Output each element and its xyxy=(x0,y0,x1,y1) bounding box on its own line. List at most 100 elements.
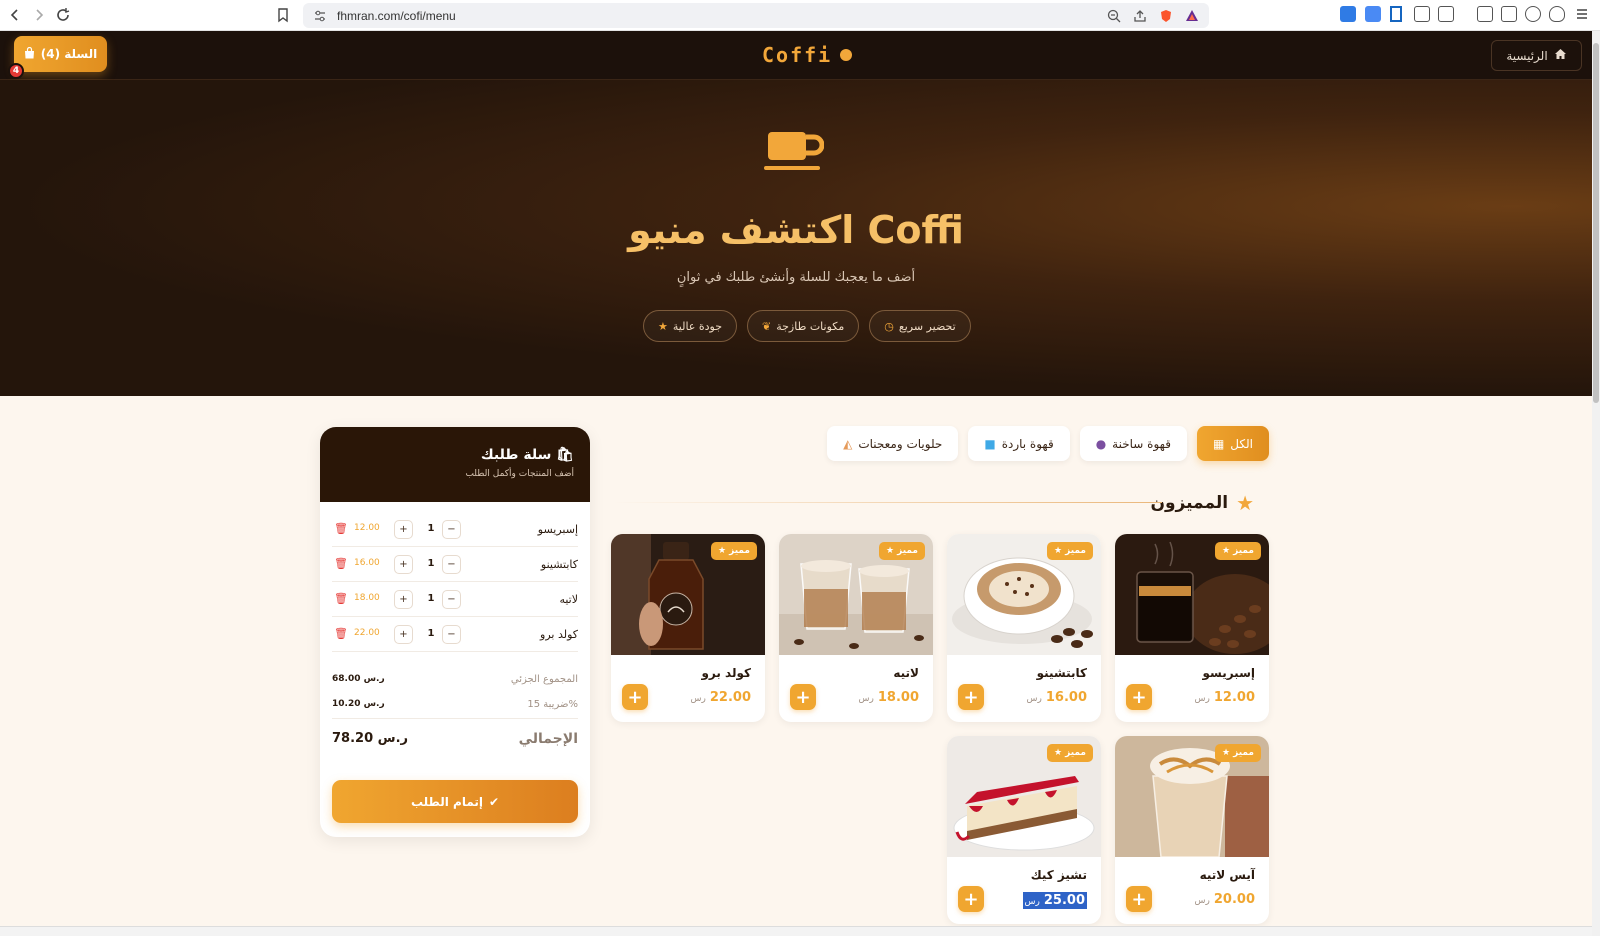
translate-icon[interactable] xyxy=(1365,6,1381,22)
increase-qty-button[interactable]: + xyxy=(394,520,413,539)
leo-ai-icon[interactable] xyxy=(1525,6,1541,22)
decrease-qty-button[interactable]: − xyxy=(442,520,461,539)
url-text: fhmran.com/cofi/menu xyxy=(337,8,456,23)
price-value: 18.00 xyxy=(877,690,919,705)
total-row: الإجمالي 78.20 ر.س xyxy=(332,718,578,756)
product-name: لاتيه xyxy=(893,666,919,680)
increase-qty-button[interactable]: + xyxy=(394,590,413,609)
plus-icon: + xyxy=(627,686,643,708)
menu-icon[interactable] xyxy=(1575,6,1589,22)
shopping-bag-icon: 🛍︎ xyxy=(556,447,574,463)
add-to-cart-button[interactable]: + xyxy=(622,684,648,710)
screenshot-icon[interactable] xyxy=(1438,6,1454,22)
decrease-qty-button[interactable]: − xyxy=(442,555,461,574)
product-price: 16.00 رس xyxy=(1027,690,1087,705)
puzzle-icon[interactable] xyxy=(1414,6,1430,22)
bookmark-icon[interactable] xyxy=(272,4,294,26)
hero-features: ◷ تحضير سريع ❦ مكونات طازجة ★ جودة عالية xyxy=(643,310,971,342)
cart-item-qty: 1 xyxy=(427,593,435,604)
price-value: 12.00 xyxy=(1213,690,1255,705)
status-bar xyxy=(0,926,1592,936)
featured-badge: ★ مميز xyxy=(1047,744,1093,762)
wallet-icon[interactable] xyxy=(1501,6,1517,22)
reload-icon[interactable] xyxy=(52,4,74,26)
back-icon[interactable] xyxy=(4,4,26,26)
badge-label: مميز xyxy=(1233,748,1254,758)
product-card-latte[interactable]: ★ مميز لاتيه 18.00 رس + xyxy=(779,534,933,722)
product-image: ★ مميز xyxy=(1115,736,1269,858)
trash-icon[interactable]: 🗑︎ xyxy=(334,592,348,605)
product-card-espresso[interactable]: ★ مميز إسبريسو 12.00 رس + xyxy=(1115,534,1269,722)
trash-icon[interactable]: 🗑︎ xyxy=(334,557,348,570)
home-button[interactable]: الرئيسية xyxy=(1491,40,1582,71)
brave-shield-icon[interactable] xyxy=(1157,7,1175,25)
sidebar-icon[interactable] xyxy=(1477,6,1493,22)
star-icon: ★ xyxy=(1054,748,1063,758)
star-icon: ★ xyxy=(718,546,727,556)
price-value: 20.00 xyxy=(1213,892,1255,907)
product-card-cheesecake[interactable]: ★ مميز تشيز كيك 25.00 رس + xyxy=(947,736,1101,924)
add-to-cart-button[interactable]: + xyxy=(958,684,984,710)
hero-subtitle: أضف ما يعجبك للسلة وأنشئ طلبك في ثوانٍ xyxy=(676,270,916,285)
cart-button[interactable]: السلة (4) xyxy=(14,36,107,72)
site-logo[interactable]: Coffi xyxy=(762,43,853,67)
product-image: ★ مميز xyxy=(1115,534,1269,655)
cart-item: إسبريسو 🗑︎ 12.00 + 1 − xyxy=(332,512,578,547)
hero-title: اكتشف منيو Coffi xyxy=(628,208,964,252)
address-bar[interactable]: fhmran.com/cofi/menu xyxy=(303,3,1209,28)
price-currency: رس xyxy=(1026,694,1042,704)
product-name: كابتشينو xyxy=(1036,666,1087,680)
cart-title-text: سلة طلبك xyxy=(480,447,552,463)
product-name: آيس لاتيه xyxy=(1199,868,1255,882)
decrease-qty-button[interactable]: − xyxy=(442,625,461,644)
scrollbar-thumb[interactable] xyxy=(1593,43,1599,403)
product-card-cappuccino[interactable]: ★ مميز كابتشينو 16.00 رس + xyxy=(947,534,1101,722)
zoom-icon[interactable] xyxy=(1105,7,1123,25)
checkout-button[interactable]: إتمام الطلب ✔ xyxy=(332,780,578,823)
cart-title: سلة طلبك 🛍︎ xyxy=(336,447,574,463)
total-label: الإجمالي xyxy=(518,731,578,747)
decrease-qty-button[interactable]: − xyxy=(442,590,461,609)
site-settings-icon[interactable] xyxy=(313,9,327,23)
add-to-cart-button[interactable]: + xyxy=(1126,684,1152,710)
product-price: 22.00 رس xyxy=(691,690,751,705)
star-icon: ★ xyxy=(1222,546,1231,556)
forward-icon[interactable] xyxy=(28,4,50,26)
trash-icon[interactable]: 🗑︎ xyxy=(334,627,348,640)
product-image: ★ مميز xyxy=(779,534,933,655)
cart-item-name: كولد برو xyxy=(540,628,578,641)
coffee-cup-icon xyxy=(764,132,824,170)
extension-icon[interactable] xyxy=(1340,6,1356,22)
vpn-icon[interactable] xyxy=(1390,6,1402,22)
vpn-shield-icon[interactable] xyxy=(1549,6,1565,22)
product-card-iced-latte[interactable]: ★ مميز آيس لاتيه 20.00 رس + xyxy=(1115,736,1269,924)
feature-pill-fresh: ❦ مكونات طازجة xyxy=(747,310,860,342)
filter-hot-coffee[interactable]: ● قهوة ساخنة xyxy=(1079,426,1187,461)
add-to-cart-button[interactable]: + xyxy=(1126,886,1152,912)
cart-item-qty: 1 xyxy=(427,558,435,569)
price-value: 22.00 xyxy=(709,690,751,705)
add-to-cart-button[interactable]: + xyxy=(958,886,984,912)
product-image: ★ مميز xyxy=(611,534,765,655)
product-card-cold-brew[interactable]: ★ مميز كولد برو 22.00 رس + xyxy=(611,534,765,722)
increase-qty-button[interactable]: + xyxy=(394,555,413,574)
trash-icon[interactable]: 🗑︎ xyxy=(334,522,348,535)
plus-icon: + xyxy=(963,686,979,708)
brave-rewards-icon[interactable] xyxy=(1183,7,1201,25)
product-price: 25.00 رس xyxy=(1022,892,1087,909)
filter-label: قهوة باردة xyxy=(1001,436,1054,451)
feature-label: مكونات طازجة xyxy=(776,319,845,333)
cart-count-badge: 4 xyxy=(8,63,24,79)
share-icon[interactable] xyxy=(1131,7,1149,25)
featured-badge: ★ مميز xyxy=(711,542,757,560)
price-currency: رس xyxy=(858,694,874,704)
increase-qty-button[interactable]: + xyxy=(394,625,413,644)
filter-desserts[interactable]: ◭ حلويات ومعجنات xyxy=(827,426,959,461)
add-to-cart-button[interactable]: + xyxy=(790,684,816,710)
cake-icon: ◭ xyxy=(843,436,853,451)
filter-all[interactable]: ▦ الكل xyxy=(1196,426,1269,461)
featured-badge: ★ مميز xyxy=(1215,744,1261,762)
filter-cold-coffee[interactable]: ■ قهوة باردة xyxy=(968,426,1070,461)
featured-badge: ★ مميز xyxy=(1215,542,1261,560)
page-scrollbar[interactable] xyxy=(1592,31,1600,936)
